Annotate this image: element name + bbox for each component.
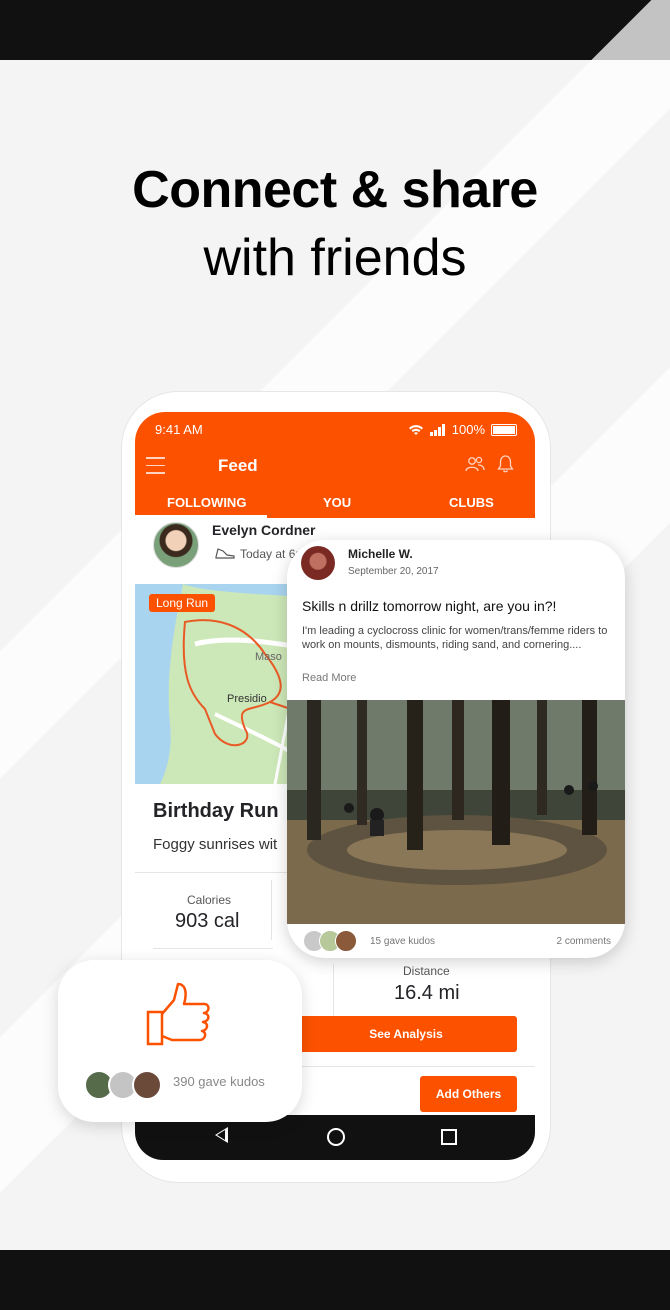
post-photo[interactable] — [287, 700, 625, 924]
feed-title: Feed — [218, 456, 258, 475]
activity-description: Foggy sunrises wit — [153, 836, 278, 853]
tab-following[interactable]: FOLLOWING — [167, 495, 246, 510]
tab-clubs[interactable]: CLUBS — [449, 495, 494, 510]
status-bar: 9:41 AM 100% — [135, 412, 535, 444]
post-comments-count[interactable]: 2 comments — [557, 936, 611, 947]
athlete-name[interactable]: Evelyn Cordner — [212, 522, 315, 538]
post-title: Skills n drillz tomorrow night, are you … — [302, 598, 557, 614]
shoe-icon — [215, 548, 235, 559]
bell-icon[interactable] — [497, 454, 514, 473]
activity-title[interactable]: Birthday Run — [153, 800, 279, 823]
feed-tabs: FOLLOWING YOU CLUBS — [135, 486, 535, 518]
battery-label: 100% — [451, 422, 485, 437]
app-bar: Feed — [135, 444, 535, 486]
post-date: September 20, 2017 — [348, 566, 439, 577]
post-author[interactable]: Michelle W. — [348, 547, 413, 561]
avatar[interactable] — [301, 546, 335, 580]
forest-photo — [287, 700, 625, 924]
read-more-link[interactable]: Read More — [302, 672, 356, 684]
thumbs-up-icon — [146, 982, 210, 1046]
wifi-icon — [408, 424, 423, 435]
stat-distance-value: 16.4 mi — [394, 982, 460, 1004]
menu-icon[interactable] — [146, 457, 165, 480]
post-body: I'm leading a cyclocross clinic for wome… — [302, 625, 608, 651]
stat-vertical-divider — [271, 880, 272, 940]
map-label-maso: Maso — [255, 651, 282, 663]
top-black-bar — [0, 0, 670, 60]
headline-line-1: Connect & share — [132, 161, 538, 219]
stat-calories-label: Calories — [187, 893, 232, 907]
bottom-black-bar — [0, 1250, 670, 1310]
kudos-card[interactable]: 390 gave kudos — [58, 960, 302, 1122]
avatar — [132, 1070, 162, 1100]
long-run-badge: Long Run — [149, 594, 216, 612]
stat-distance-label: Distance — [403, 964, 450, 978]
see-analysis-button[interactable]: See Analysis — [295, 1016, 517, 1052]
status-time: 9:41 AM — [155, 422, 203, 437]
post-kudos-count[interactable]: 15 gave kudos — [370, 936, 435, 947]
tab-you[interactable]: YOU — [323, 495, 351, 510]
headline-line-2: with friends — [203, 229, 467, 287]
avatar[interactable] — [153, 522, 199, 568]
stat-divider — [153, 948, 273, 949]
stat-vertical-divider — [333, 964, 334, 1024]
recents-icon[interactable] — [441, 1129, 457, 1145]
friends-icon[interactable] — [465, 456, 485, 473]
add-others-button[interactable]: Add Others — [420, 1076, 517, 1112]
stat-calories-value: 903 cal — [175, 910, 240, 932]
home-icon[interactable] — [327, 1128, 345, 1146]
kudos-count: 390 gave kudos — [173, 1074, 265, 1089]
club-post-card[interactable]: Michelle W. September 20, 2017 Skills n … — [287, 540, 625, 958]
map-label-presidio: Presidio — [227, 693, 267, 705]
battery-icon — [491, 423, 517, 436]
avatar — [335, 930, 357, 952]
signal-icon — [429, 423, 445, 436]
activity-time: Today at 6: — [240, 547, 299, 561]
back-icon[interactable] — [215, 1127, 228, 1143]
